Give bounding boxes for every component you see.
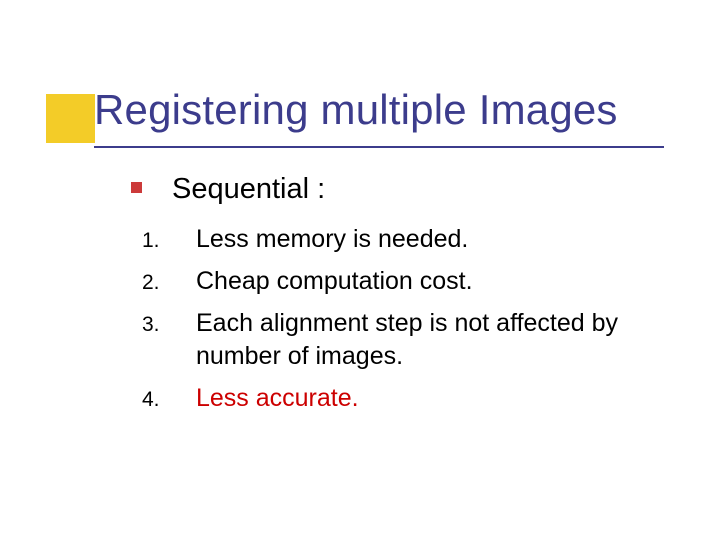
list-item: 1. Less memory is needed.	[100, 223, 660, 257]
slide: Registering multiple Images Sequential :…	[0, 0, 720, 540]
list-item: 3. Each alignment step is not affected b…	[100, 307, 660, 375]
list-item: 2. Cheap computation cost.	[100, 265, 660, 299]
title-underline	[94, 146, 664, 148]
list-number: 3.	[100, 307, 196, 339]
list-text: Cheap computation cost.	[196, 265, 660, 299]
list-text: Less memory is needed.	[196, 223, 660, 257]
list-number: 4.	[100, 382, 196, 414]
accent-square	[46, 94, 95, 143]
slide-title: Registering multiple Images	[94, 86, 618, 134]
list-number: 1.	[100, 223, 196, 255]
list-text-negative: Less accurate.	[196, 382, 660, 416]
list-text: Each alignment step is not affected by n…	[196, 307, 660, 375]
list-number: 2.	[100, 265, 196, 297]
bullet-cell	[100, 170, 172, 193]
list-item: 4. Less accurate.	[100, 382, 660, 416]
square-bullet-icon	[131, 182, 142, 193]
subtitle-text: Sequential :	[172, 170, 325, 209]
subtitle-row: Sequential :	[100, 170, 660, 209]
slide-body: Sequential : 1. Less memory is needed. 2…	[100, 170, 660, 424]
